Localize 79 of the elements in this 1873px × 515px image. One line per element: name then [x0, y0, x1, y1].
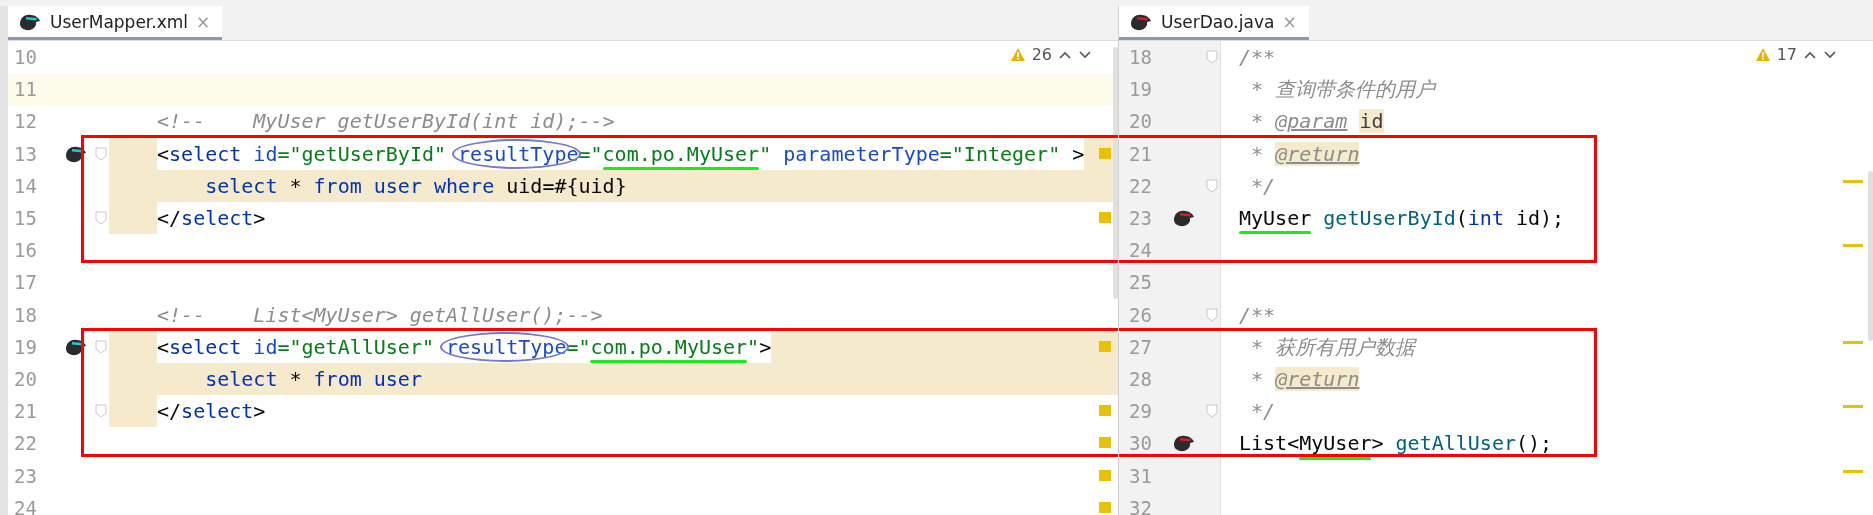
file-tab[interactable]: UserMapper.xml ×	[8, 6, 223, 40]
code-line: * 获所有用户数据	[1250, 334, 1416, 359]
fold-icon[interactable]	[94, 339, 107, 354]
warning-count[interactable]: 17	[1776, 45, 1797, 64]
line-number: 13	[13, 142, 38, 165]
line-number: 25	[1128, 271, 1153, 294]
code-line: */	[1250, 173, 1276, 198]
error-stripe-mark[interactable]	[1099, 405, 1111, 417]
error-stripe-mark[interactable]	[1843, 469, 1863, 473]
line-number: 14	[13, 174, 38, 197]
error-stripe-mark[interactable]	[1099, 340, 1111, 352]
fold-icon[interactable]	[1205, 50, 1218, 65]
fold-icon[interactable]	[94, 404, 107, 419]
chevron-down-icon[interactable]	[1078, 49, 1092, 60]
error-stripe-mark[interactable]	[1099, 437, 1111, 449]
scrollbar-thumb[interactable]	[1868, 171, 1873, 341]
fold-icon[interactable]	[1205, 404, 1218, 419]
line-number: 20	[13, 367, 38, 390]
warning-icon	[1754, 47, 1771, 62]
error-stripe-mark[interactable]	[1843, 179, 1863, 183]
line-number: 10	[13, 46, 38, 69]
line-number: 20	[1128, 110, 1153, 133]
error-stripe-mark[interactable]	[1843, 405, 1863, 409]
line-number: 12	[13, 110, 38, 133]
chevron-up-icon[interactable]	[1803, 49, 1817, 60]
error-stripe-mark[interactable]	[1099, 469, 1111, 481]
line-number: 24	[13, 496, 38, 515]
code-line: </select>	[157, 399, 266, 424]
line-number: 21	[13, 400, 38, 423]
code-line: </select>	[157, 206, 266, 231]
line-number: 19	[13, 335, 38, 358]
line-number: 28	[1128, 367, 1153, 390]
error-stripe-mark[interactable]	[1843, 244, 1863, 248]
line-number: 30	[1128, 432, 1153, 455]
line-number: 32	[1128, 496, 1153, 515]
file-tab[interactable]: UserDao.java ×	[1119, 6, 1309, 40]
line-number: 31	[1128, 464, 1153, 487]
code-line: <!-- List<MyUser> getAllUser();-->	[157, 302, 603, 327]
error-stripe-mark[interactable]	[1099, 147, 1111, 159]
error-stripe-mark[interactable]	[1099, 212, 1111, 223]
line-number: 18	[13, 303, 38, 326]
fold-icon[interactable]	[94, 146, 107, 161]
code-line: * @return	[1250, 141, 1360, 166]
code-line: * @return	[1250, 366, 1360, 391]
line-number: 21	[1128, 142, 1153, 165]
line-number: 29	[1128, 400, 1153, 423]
fold-icon[interactable]	[94, 211, 107, 226]
line-number: 27	[1128, 335, 1153, 358]
code-line: <!-- MyUser getUserById(int id);-->	[157, 109, 615, 134]
code-line: select * from user where uid=#{uid}	[204, 173, 627, 198]
code-line: * 查询带条件的用户	[1250, 77, 1436, 102]
code-line: select * from user	[204, 366, 422, 391]
fold-icon[interactable]	[1205, 178, 1218, 193]
line-number: 24	[1128, 239, 1153, 262]
code-line: /**	[1239, 45, 1276, 70]
chevron-down-icon[interactable]	[1823, 49, 1837, 60]
line-number: 23	[13, 464, 38, 487]
warning-count[interactable]: 26	[1031, 45, 1052, 64]
line-number: 23	[1128, 207, 1153, 230]
line-number: 16	[13, 239, 38, 262]
line-number: 18	[1128, 46, 1153, 69]
warning-icon	[1009, 47, 1026, 62]
line-number: 15	[13, 207, 38, 230]
code-line: List<MyUser> getAllUser();	[1239, 431, 1553, 456]
code-line: /**	[1239, 302, 1276, 327]
line-number: 19	[1128, 78, 1153, 101]
line-number: 11	[13, 78, 38, 101]
line-number: 17	[13, 271, 38, 294]
scrollbar-thumb[interactable]	[1113, 47, 1118, 299]
code-line: * @param id	[1250, 109, 1384, 134]
line-number: 22	[13, 432, 38, 455]
code-line: */	[1250, 399, 1276, 424]
line-number: 22	[1128, 174, 1153, 197]
fold-icon[interactable]	[1205, 307, 1218, 322]
error-stripe-mark[interactable]	[1843, 340, 1863, 344]
error-stripe-mark[interactable]	[1099, 501, 1111, 513]
line-number: 26	[1128, 303, 1153, 326]
code-line: MyUser getUserById(int id);	[1239, 206, 1565, 231]
chevron-up-icon[interactable]	[1058, 49, 1072, 60]
